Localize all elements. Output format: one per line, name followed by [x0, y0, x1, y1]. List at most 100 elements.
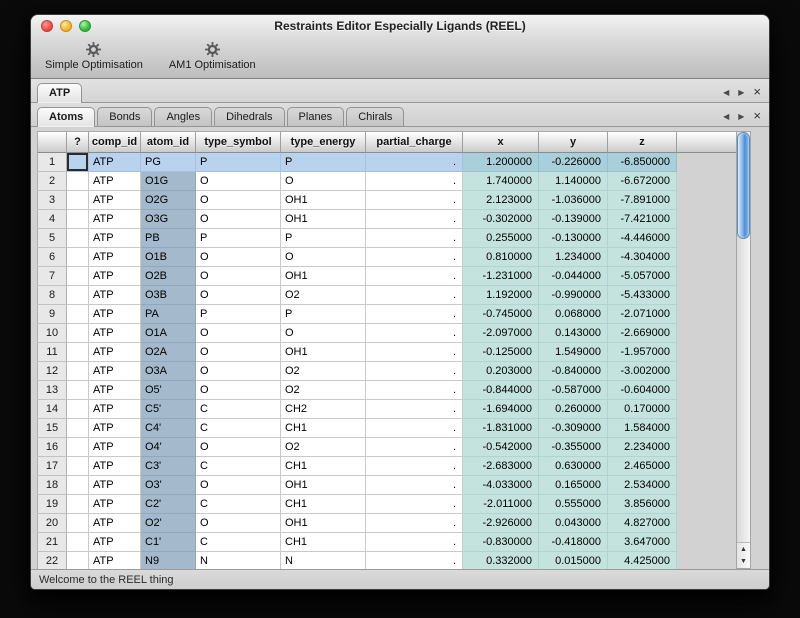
vertical-scrollbar[interactable]: ▲ ▼ [736, 131, 751, 569]
cell-comp-id[interactable]: ATP [89, 267, 141, 286]
tab-angles[interactable]: Angles [154, 107, 212, 126]
cell-partial-charge[interactable]: . [366, 229, 463, 248]
table-row[interactable]: 9 ATP PA P P . -0.745000 0.068000 -2.071… [37, 305, 736, 324]
cell-partial-charge[interactable]: . [366, 400, 463, 419]
row-number-cell[interactable]: 2 [37, 172, 67, 191]
cell-partial-charge[interactable]: . [366, 324, 463, 343]
cell-atom-id[interactable]: O4' [141, 438, 196, 457]
cell-z[interactable]: 2.534000 [608, 476, 677, 495]
cell-partial-charge[interactable]: . [366, 210, 463, 229]
cell-atom-id[interactable]: O2A [141, 343, 196, 362]
row-number-cell[interactable]: 18 [37, 476, 67, 495]
row-number-cell[interactable]: 8 [37, 286, 67, 305]
scroll-tabs-left-icon[interactable]: ◀ [723, 89, 729, 97]
cell-y[interactable]: -0.309000 [539, 419, 608, 438]
scroll-down-button[interactable]: ▼ [737, 555, 750, 568]
row-number-cell[interactable]: 16 [37, 438, 67, 457]
cell-comp-id[interactable]: ATP [89, 552, 141, 569]
col-header-type-symbol[interactable]: type_symbol [196, 131, 281, 153]
table-row[interactable]: 13 ATP O5' O O2 . -0.844000 -0.587000 -0… [37, 381, 736, 400]
tab-planes[interactable]: Planes [287, 107, 345, 126]
cell-x[interactable]: 1.740000 [463, 172, 539, 191]
table-row[interactable]: 10 ATP O1A O O . -2.097000 0.143000 -2.6… [37, 324, 736, 343]
cell-type-symbol[interactable]: C [196, 533, 281, 552]
cell-z[interactable]: 4.425000 [608, 552, 677, 569]
col-header-x[interactable]: x [463, 131, 539, 153]
col-header-rownum[interactable] [37, 131, 67, 153]
table-row[interactable]: 14 ATP C5' C CH2 . -1.694000 0.260000 0.… [37, 400, 736, 419]
cell-comp-id[interactable]: ATP [89, 343, 141, 362]
cell-y[interactable]: 1.234000 [539, 248, 608, 267]
cell-x[interactable]: -1.831000 [463, 419, 539, 438]
row-number-cell[interactable]: 1 [37, 153, 67, 172]
tab-dihedrals[interactable]: Dihedrals [214, 107, 284, 126]
cell-comp-id[interactable]: ATP [89, 153, 141, 172]
cell-comp-id[interactable]: ATP [89, 286, 141, 305]
cell-y[interactable]: 1.549000 [539, 343, 608, 362]
cell-type-symbol[interactable]: O [196, 343, 281, 362]
cell-question[interactable] [67, 153, 89, 172]
cell-partial-charge[interactable]: . [366, 552, 463, 569]
cell-z[interactable]: -3.002000 [608, 362, 677, 381]
table-row[interactable]: 8 ATP O3B O O2 . 1.192000 -0.990000 -5.4… [37, 286, 736, 305]
cell-y[interactable]: 0.555000 [539, 495, 608, 514]
cell-atom-id[interactable]: O3A [141, 362, 196, 381]
cell-type-symbol[interactable]: P [196, 305, 281, 324]
cell-question[interactable] [67, 343, 89, 362]
cell-type-energy[interactable]: OH1 [281, 343, 366, 362]
cell-y[interactable]: -0.355000 [539, 438, 608, 457]
cell-atom-id[interactable]: PB [141, 229, 196, 248]
col-header-z[interactable]: z [608, 131, 677, 153]
cell-atom-id[interactable]: PA [141, 305, 196, 324]
cell-y[interactable]: 0.043000 [539, 514, 608, 533]
cell-comp-id[interactable]: ATP [89, 514, 141, 533]
zoom-button[interactable] [79, 20, 91, 32]
cell-question[interactable] [67, 552, 89, 569]
cell-x[interactable]: -1.694000 [463, 400, 539, 419]
cell-type-energy[interactable]: CH1 [281, 533, 366, 552]
cell-z[interactable]: -6.672000 [608, 172, 677, 191]
cell-atom-id[interactable]: O1A [141, 324, 196, 343]
cell-y[interactable]: 0.015000 [539, 552, 608, 569]
cell-atom-id[interactable]: N9 [141, 552, 196, 569]
cell-z[interactable]: -1.957000 [608, 343, 677, 362]
cell-atom-id[interactable]: C2' [141, 495, 196, 514]
table-row[interactable]: 21 ATP C1' C CH1 . -0.830000 -0.418000 3… [37, 533, 736, 552]
cell-atom-id[interactable]: C3' [141, 457, 196, 476]
cell-comp-id[interactable]: ATP [89, 191, 141, 210]
cell-comp-id[interactable]: ATP [89, 305, 141, 324]
table-row[interactable]: 18 ATP O3' O OH1 . -4.033000 0.165000 2.… [37, 476, 736, 495]
cell-partial-charge[interactable]: . [366, 153, 463, 172]
cell-type-symbol[interactable]: O [196, 324, 281, 343]
cell-z[interactable]: -7.891000 [608, 191, 677, 210]
cell-comp-id[interactable]: ATP [89, 381, 141, 400]
row-number-cell[interactable]: 5 [37, 229, 67, 248]
cell-x[interactable]: 1.192000 [463, 286, 539, 305]
cell-x[interactable]: 0.203000 [463, 362, 539, 381]
cell-partial-charge[interactable]: . [366, 495, 463, 514]
row-number-cell[interactable]: 4 [37, 210, 67, 229]
cell-x[interactable]: 2.123000 [463, 191, 539, 210]
cell-y[interactable]: -0.226000 [539, 153, 608, 172]
cell-question[interactable] [67, 495, 89, 514]
cell-type-energy[interactable]: CH2 [281, 400, 366, 419]
cell-type-symbol[interactable]: P [196, 153, 281, 172]
cell-x[interactable]: 1.200000 [463, 153, 539, 172]
cell-question[interactable] [67, 514, 89, 533]
cell-partial-charge[interactable]: . [366, 514, 463, 533]
cell-question[interactable] [67, 210, 89, 229]
scroll-tabs-right-icon[interactable]: ▶ [738, 113, 744, 121]
cell-z[interactable]: 3.856000 [608, 495, 677, 514]
row-number-cell[interactable]: 20 [37, 514, 67, 533]
row-number-cell[interactable]: 17 [37, 457, 67, 476]
row-number-cell[interactable]: 15 [37, 419, 67, 438]
cell-y[interactable]: -0.139000 [539, 210, 608, 229]
cell-type-energy[interactable]: O [281, 172, 366, 191]
cell-atom-id[interactable]: C4' [141, 419, 196, 438]
row-number-cell[interactable]: 10 [37, 324, 67, 343]
table-row[interactable]: 17 ATP C3' C CH1 . -2.683000 0.630000 2.… [37, 457, 736, 476]
cell-x[interactable]: -2.011000 [463, 495, 539, 514]
row-number-cell[interactable]: 21 [37, 533, 67, 552]
cell-partial-charge[interactable]: . [366, 305, 463, 324]
cell-z[interactable]: -5.057000 [608, 267, 677, 286]
